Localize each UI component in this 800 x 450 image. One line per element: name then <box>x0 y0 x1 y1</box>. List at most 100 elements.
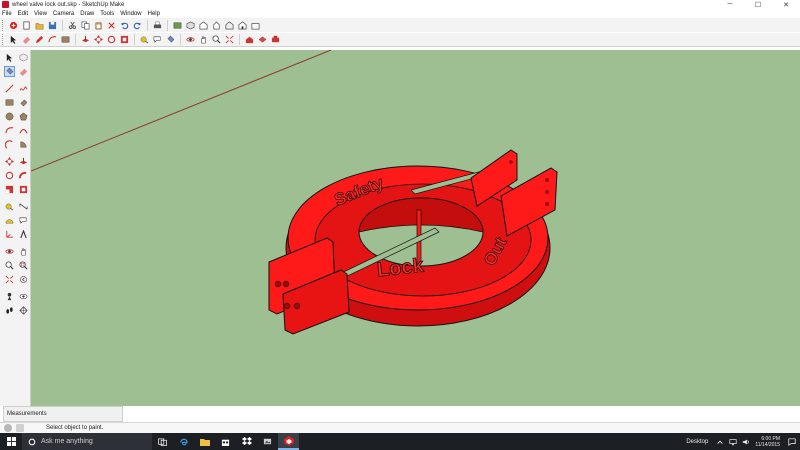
left-view-icon[interactable] <box>250 20 261 31</box>
volume-icon[interactable] <box>742 438 750 446</box>
network-icon[interactable] <box>729 438 737 446</box>
rectangle-icon[interactable] <box>60 34 71 45</box>
print-icon[interactable] <box>152 20 163 31</box>
copy-icon[interactable] <box>80 20 91 31</box>
taskbar-explorer[interactable] <box>194 433 215 450</box>
taskbar-store[interactable] <box>215 433 236 450</box>
close-button[interactable]: ✕ <box>772 0 800 9</box>
walk-icon[interactable] <box>4 305 14 316</box>
clock[interactable]: 6:00 PM 11/14/2015 <box>755 436 780 448</box>
three-point-arc-icon[interactable] <box>4 139 14 150</box>
line-icon[interactable] <box>4 83 14 94</box>
dimension-icon[interactable] <box>18 201 28 212</box>
arc-icon[interactable] <box>47 34 58 45</box>
paste-icon[interactable] <box>93 20 104 31</box>
right-view-icon[interactable] <box>224 20 235 31</box>
new-icon[interactable] <box>21 20 32 31</box>
iso-view-icon[interactable] <box>185 20 196 31</box>
start-button[interactable] <box>0 433 22 450</box>
desktop-toolbar-label[interactable]: Desktop <box>686 439 708 445</box>
freehand-icon[interactable] <box>18 83 28 94</box>
paint-bucket-icon[interactable] <box>165 34 176 45</box>
protractor-icon[interactable] <box>4 215 14 226</box>
save-icon[interactable] <box>47 20 58 31</box>
chevron-up-icon[interactable] <box>716 438 724 446</box>
eraser-icon[interactable] <box>21 34 32 45</box>
menu-view[interactable]: View <box>34 11 47 17</box>
back-view-icon[interactable] <box>237 20 248 31</box>
pan-icon[interactable] <box>198 34 209 45</box>
make-component-icon[interactable] <box>18 52 28 63</box>
orbit-icon[interactable] <box>185 34 196 45</box>
erase-icon[interactable] <box>106 20 117 31</box>
select-icon[interactable] <box>8 34 19 45</box>
pencil-icon[interactable] <box>34 34 45 45</box>
pan-icon[interactable] <box>18 246 28 257</box>
maximize-button[interactable]: ☐ <box>744 0 772 9</box>
taskbar-photos[interactable] <box>257 433 278 450</box>
components-icon[interactable] <box>270 34 281 45</box>
menu-file[interactable]: File <box>2 11 12 17</box>
toolbar-grip[interactable] <box>2 34 5 45</box>
menu-tools[interactable]: Tools <box>100 11 114 17</box>
zoom-icon[interactable] <box>211 34 222 45</box>
taskbar-sketchup[interactable] <box>278 433 299 450</box>
cortana-search-box[interactable]: Ask me anything <box>22 433 152 450</box>
toolbar-grip[interactable] <box>2 19 5 31</box>
measurements-box[interactable]: Measurements <box>3 406 123 422</box>
paint-bucket-icon[interactable] <box>4 65 15 77</box>
geo-location-icon[interactable] <box>4 424 12 432</box>
tape-measure-icon[interactable] <box>139 34 150 45</box>
offset-icon[interactable] <box>119 34 130 45</box>
menu-help[interactable]: Help <box>148 11 160 17</box>
undo-icon[interactable] <box>119 20 130 31</box>
tape-measure-icon[interactable] <box>4 201 14 212</box>
polygon-icon[interactable] <box>18 111 28 122</box>
rotate-icon[interactable] <box>4 170 14 181</box>
zoom-icon[interactable] <box>4 260 14 271</box>
warehouse-icon[interactable] <box>244 34 255 45</box>
scale-icon[interactable] <box>4 184 14 195</box>
redo-icon[interactable] <box>132 20 143 31</box>
top-view-icon[interactable] <box>198 20 209 31</box>
menu-draw[interactable]: Draw <box>80 11 94 17</box>
previous-view-icon[interactable] <box>18 274 28 285</box>
circle-icon[interactable] <box>4 111 14 122</box>
rectangle-icon[interactable] <box>4 97 14 108</box>
rotate-icon[interactable] <box>106 34 117 45</box>
move-icon[interactable] <box>4 156 14 167</box>
two-point-arc-icon[interactable] <box>18 125 28 136</box>
push-pull-icon[interactable] <box>80 34 91 45</box>
credits-icon[interactable] <box>16 424 24 432</box>
follow-me-icon[interactable] <box>18 170 28 181</box>
arc-icon[interactable] <box>4 125 14 136</box>
eraser-icon[interactable] <box>19 66 28 77</box>
taskbar-edge[interactable] <box>173 433 194 450</box>
section-plane-icon[interactable] <box>18 305 28 316</box>
3d-text-icon[interactable] <box>18 229 28 240</box>
pie-icon[interactable] <box>18 139 28 150</box>
model-info-icon[interactable] <box>172 20 183 31</box>
move-icon[interactable] <box>93 34 104 45</box>
menu-camera[interactable]: Camera <box>53 11 74 17</box>
select-icon[interactable] <box>4 52 14 63</box>
action-center-button[interactable] <box>786 433 798 450</box>
cut-icon[interactable] <box>67 20 78 31</box>
front-view-icon[interactable] <box>211 20 222 31</box>
zoom-extents-icon[interactable] <box>4 274 14 285</box>
text-icon[interactable] <box>152 34 163 45</box>
offset-icon[interactable] <box>18 184 28 195</box>
zoom-window-icon[interactable] <box>18 260 28 271</box>
rotated-rectangle-icon[interactable] <box>18 97 28 108</box>
model-viewport[interactable]: Safety Lock Out <box>31 50 800 406</box>
look-around-icon[interactable] <box>18 291 28 302</box>
orbit-icon[interactable] <box>4 246 14 257</box>
taskbar-dropbox[interactable] <box>236 433 257 450</box>
getting-started-icon[interactable] <box>8 20 19 31</box>
menu-edit[interactable]: Edit <box>18 11 28 17</box>
zoom-extents-icon[interactable] <box>224 34 235 45</box>
position-camera-icon[interactable] <box>4 291 14 302</box>
push-pull-icon[interactable] <box>18 156 28 167</box>
open-icon[interactable] <box>34 20 45 31</box>
menu-window[interactable]: Window <box>120 11 141 17</box>
